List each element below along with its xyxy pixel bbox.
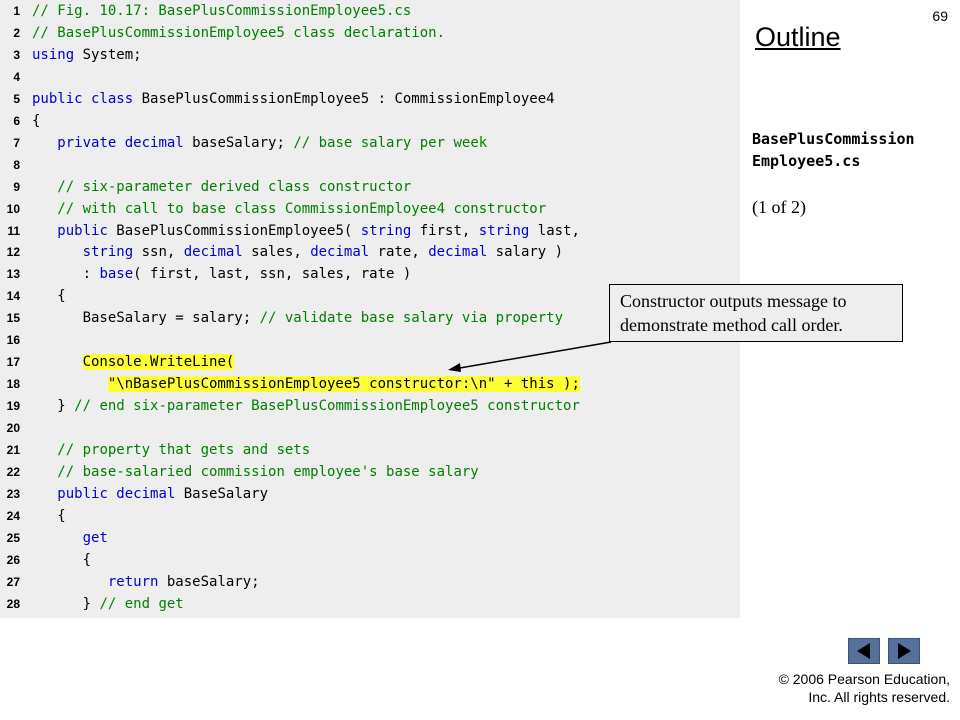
callout-arrow-head <box>448 363 461 372</box>
triangle-left-icon <box>857 643 870 659</box>
next-slide-button[interactable] <box>888 638 920 664</box>
callout-arrow <box>448 341 612 372</box>
callout-arrow-line <box>453 341 612 370</box>
callout-box: Constructor outputs message to demonstra… <box>609 284 903 342</box>
copyright-line2: Inc. All rights reserved. <box>808 689 950 705</box>
copyright: © 2006 Pearson Education, Inc. All right… <box>779 670 950 706</box>
previous-slide-button[interactable] <box>848 638 880 664</box>
triangle-right-icon <box>898 643 911 659</box>
copyright-line1: © 2006 Pearson Education, <box>778 671 950 687</box>
